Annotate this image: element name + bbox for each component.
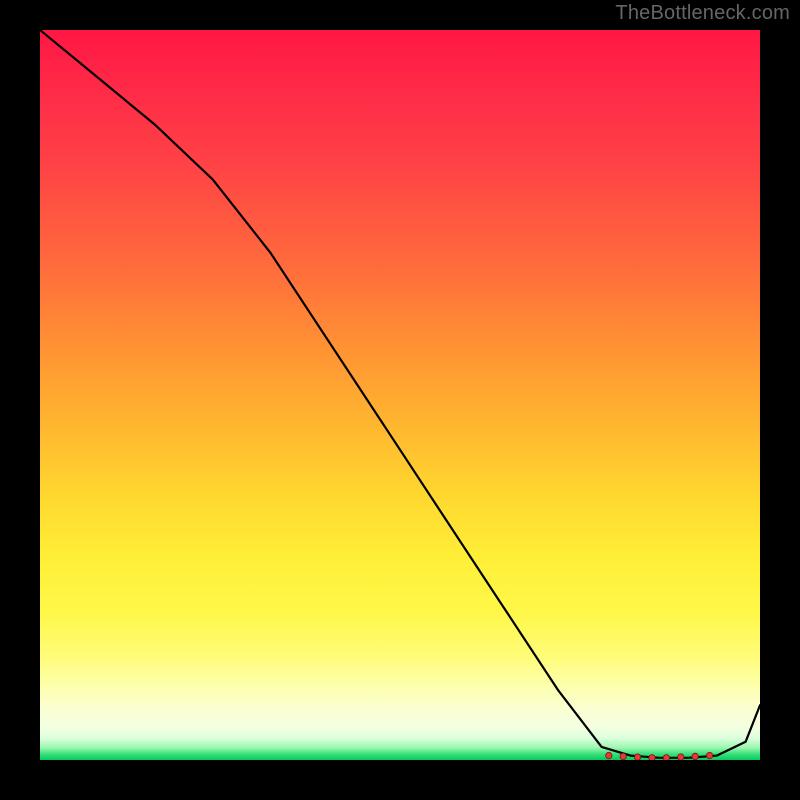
valley-marker — [634, 754, 640, 760]
valley-marker — [606, 752, 612, 758]
plot-area — [40, 30, 760, 760]
chart-frame: TheBottleneck.com — [0, 0, 800, 800]
curve-line — [40, 30, 760, 758]
valley-marker — [678, 754, 684, 760]
watermark-text: TheBottleneck.com — [615, 2, 790, 25]
valley-marker — [706, 752, 712, 758]
valley-marker — [692, 753, 698, 759]
valley-marker — [649, 755, 655, 760]
valley-marker — [620, 753, 626, 759]
valley-marker — [663, 755, 669, 760]
chart-svg — [40, 30, 760, 760]
